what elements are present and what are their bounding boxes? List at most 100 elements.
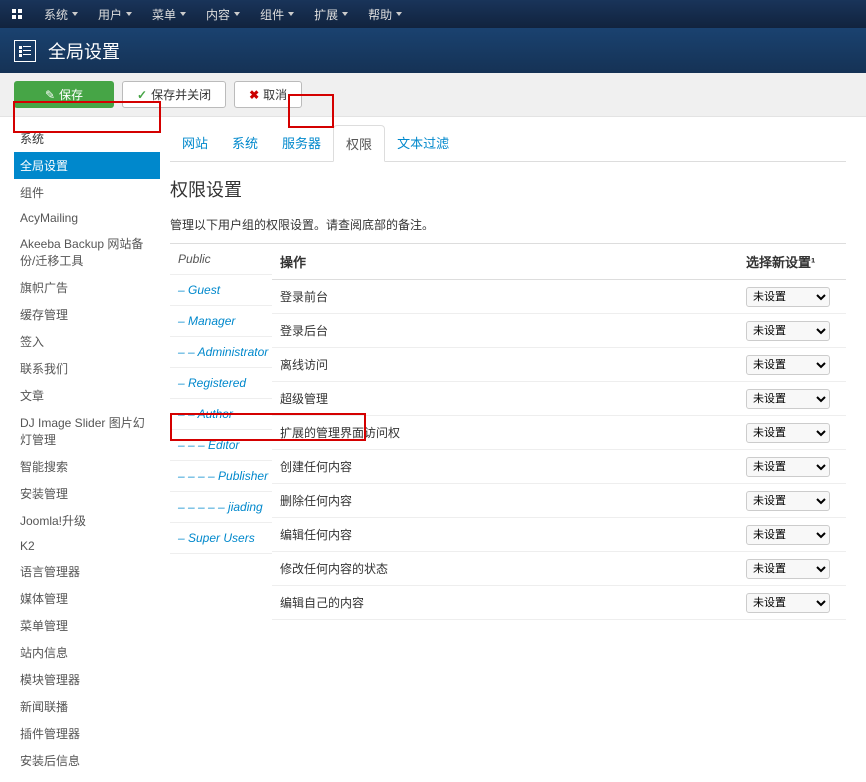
topmenu-item[interactable]: 系统 [34,0,88,28]
sidebar-item[interactable]: DJ Image Slider 图片幻灯管理 [14,409,160,453]
sidebar-item[interactable]: 插件管理器 [14,720,160,747]
caret-down-icon [72,12,78,16]
group-item[interactable]: – Registered [170,368,272,399]
caret-down-icon [180,12,186,16]
permission-select[interactable]: 未设置 [746,423,830,443]
caret-down-icon [234,12,240,16]
group-item[interactable]: – Guest [170,275,272,306]
group-item[interactable]: – – – – – jiading [170,492,272,523]
sidebar-item[interactable]: 安装后信息 [14,747,160,774]
action-label: 登录后台 [272,314,746,347]
sidebar-item[interactable]: K2 [14,534,160,558]
tab[interactable]: 文本过滤 [385,125,461,161]
group-item[interactable]: – Super Users [170,523,272,554]
select-cell: 未设置 [746,385,846,413]
permission-select[interactable]: 未设置 [746,525,830,545]
permission-row: 创建任何内容未设置 [272,450,846,484]
toolbar: ✎ 保存 ✓ 保存并关闭 ✖ 取消 [0,73,866,117]
select-cell: 未设置 [746,487,846,515]
sidebar-item[interactable]: 媒体管理 [14,585,160,612]
action-label: 登录前台 [272,280,746,313]
topmenu-item[interactable]: 扩展 [304,0,358,28]
topmenu-label: 扩展 [314,6,338,23]
select-cell: 未设置 [746,555,846,583]
sidebar-item[interactable]: 安装管理 [14,480,160,507]
topmenu-label: 用户 [98,6,122,23]
group-item[interactable]: Public [170,244,272,275]
sidebar-item[interactable]: 语言管理器 [14,558,160,585]
topmenu-item[interactable]: 内容 [196,0,250,28]
group-item[interactable]: – – Administrator [170,337,272,368]
permission-select[interactable]: 未设置 [746,287,830,307]
tab[interactable]: 权限 [333,125,385,162]
sidebar-item[interactable]: Joomla!升级 [14,507,160,534]
sidebar-item[interactable]: 文章 [14,382,160,409]
cancel-button[interactable]: ✖ 取消 [234,81,302,108]
sidebar-item[interactable]: 旗帜广告 [14,274,160,301]
topmenu-item[interactable]: 帮助 [358,0,412,28]
save-button[interactable]: ✎ 保存 [14,81,114,108]
sidebar-item[interactable]: 全局设置 [14,152,160,179]
sidebar-item[interactable]: 组件 [14,179,160,206]
content-area: 网站系统服务器权限文本过滤 权限设置 管理以下用户组的权限设置。请查阅底部的备注… [160,117,866,782]
group-item[interactable]: – Manager [170,306,272,337]
caret-down-icon [396,12,402,16]
save-close-label: 保存并关闭 [151,86,211,103]
sidebar-item[interactable]: AcyMailing [14,206,160,230]
topmenu-label: 系统 [44,6,68,23]
select-cell: 未设置 [746,589,846,617]
permission-select[interactable]: 未设置 [746,321,830,341]
select-header: 选择新设置¹ [746,244,846,279]
sidebar-item[interactable]: 模块管理器 [14,666,160,693]
group-item[interactable]: – – – Editor [170,430,272,461]
permission-row: 修改任何内容的状态未设置 [272,552,846,586]
topmenu-item[interactable]: 组件 [250,0,304,28]
sidebar-item[interactable]: 菜单管理 [14,612,160,639]
page-header: 全局设置 [0,28,866,73]
page-title: 全局设置 [48,38,120,64]
tab[interactable]: 网站 [170,125,220,161]
permission-select[interactable]: 未设置 [746,491,830,511]
select-cell: 未设置 [746,453,846,481]
sidebar-item[interactable]: 联系我们 [14,355,160,382]
permission-select[interactable]: 未设置 [746,389,830,409]
check-icon: ✎ [45,88,55,102]
sidebar-item[interactable]: 签入 [14,328,160,355]
caret-down-icon [342,12,348,16]
permission-row: 编辑自己的内容未设置 [272,586,846,620]
sidebar-item[interactable]: 系统 [14,125,160,152]
save-close-button[interactable]: ✓ 保存并关闭 [122,81,226,108]
permission-header-row: 操作 选择新设置¹ [272,244,846,280]
topmenu-label: 组件 [260,6,284,23]
sidebar-item[interactable]: 站内信息 [14,639,160,666]
sidebar-item[interactable]: 缓存管理 [14,301,160,328]
permission-table: 操作 选择新设置¹ 登录前台未设置登录后台未设置离线访问未设置超级管理未设置扩展… [272,244,846,620]
permission-select[interactable]: 未设置 [746,457,830,477]
action-label: 超级管理 [272,382,746,415]
topmenu-label: 帮助 [368,6,392,23]
permission-select[interactable]: 未设置 [746,355,830,375]
top-menu-bar: 系统 用户 菜单内容组件 扩展 帮助 [0,0,866,28]
settings-icon [14,40,36,62]
permission-row: 超级管理未设置 [272,382,846,416]
topmenu-item[interactable]: 用户 [88,0,142,28]
tab[interactable]: 服务器 [270,125,333,161]
group-item[interactable]: – – – – Publisher [170,461,272,492]
permission-row: 登录前台未设置 [272,280,846,314]
joomla-logo-icon [8,5,26,23]
permission-select[interactable]: 未设置 [746,559,830,579]
group-item[interactable]: – – Author [170,399,272,430]
cancel-icon: ✖ [249,88,259,102]
group-list: Public– Guest– Manager– – Administrator–… [170,244,272,620]
action-label: 编辑任何内容 [272,518,746,551]
permission-select[interactable]: 未设置 [746,593,830,613]
topmenu-item[interactable]: 菜单 [142,0,196,28]
sidebar-item[interactable]: Akeeba Backup 网站备份/迁移工具 [14,230,160,274]
action-label: 离线访问 [272,348,746,381]
select-cell: 未设置 [746,351,846,379]
sidebar: 系统全局设置组件AcyMailingAkeeba Backup 网站备份/迁移工… [0,117,160,782]
tab[interactable]: 系统 [220,125,270,161]
tabs: 网站系统服务器权限文本过滤 [170,125,846,162]
sidebar-item[interactable]: 新闻联播 [14,693,160,720]
sidebar-item[interactable]: 智能搜索 [14,453,160,480]
